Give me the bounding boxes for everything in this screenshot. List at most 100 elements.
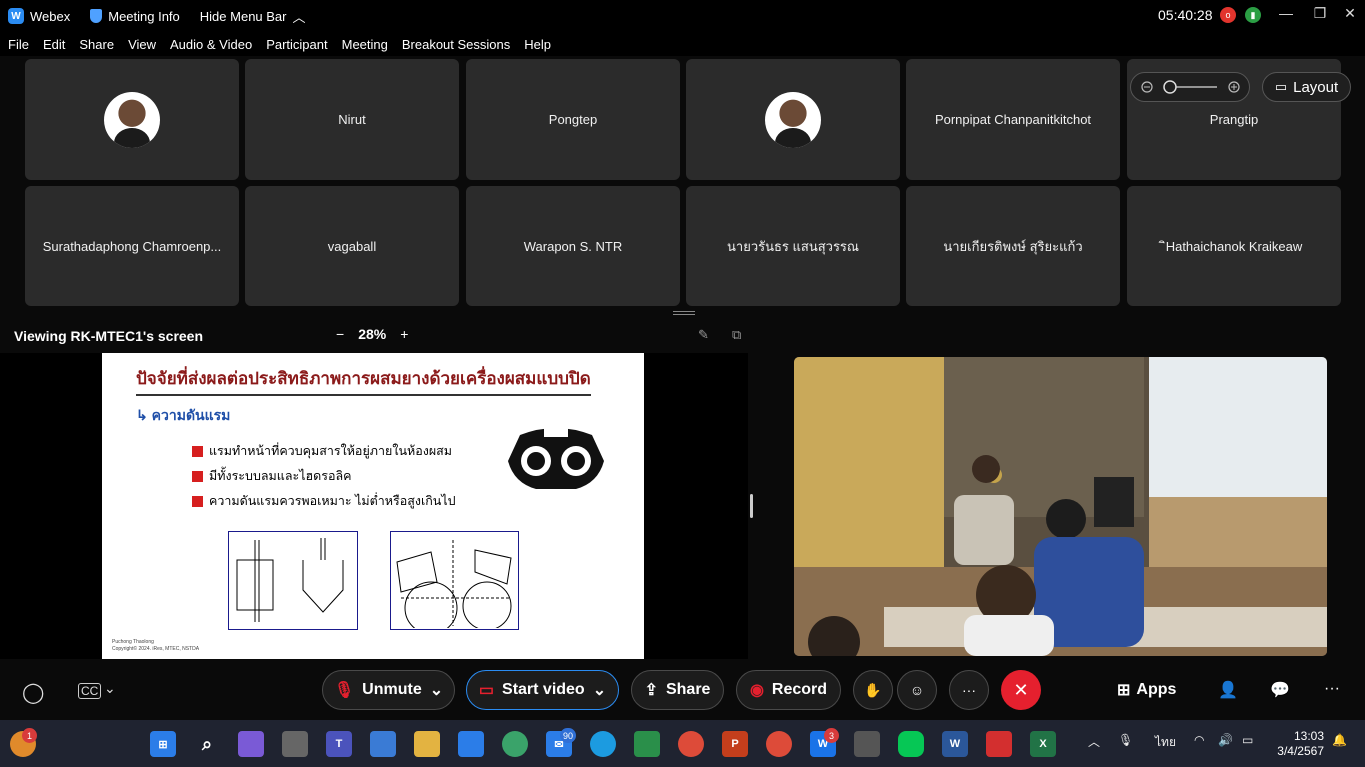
participant-tile[interactable]: ิHathaichanok Kraikeaw	[1127, 186, 1341, 306]
snipping-tool-icon[interactable]	[370, 731, 396, 757]
participant-tile[interactable]: Nirut	[245, 59, 459, 180]
calendar-icon[interactable]	[458, 731, 484, 757]
network-stats-icon[interactable]: ▮	[1245, 7, 1261, 23]
closed-captions-icon[interactable]: CC	[78, 683, 102, 699]
word-icon[interactable]: W	[942, 731, 968, 757]
participant-tile[interactable]	[25, 59, 239, 180]
layout-button[interactable]: ▭ Layout	[1262, 72, 1351, 102]
tile-zoom-slider[interactable]	[1130, 72, 1250, 102]
slide-subtitle-text: ความดันแรม	[151, 407, 231, 423]
copilot-icon[interactable]	[238, 731, 264, 757]
chat-icon[interactable]: 💬	[1270, 680, 1290, 700]
zoom-out-button[interactable]: −	[336, 326, 344, 342]
annotate-icon[interactable]: ✎	[698, 327, 709, 343]
active-speaker-video[interactable]	[794, 357, 1327, 656]
more-options-button[interactable]: ···	[949, 670, 989, 710]
participant-tile[interactable]: นายวรันธร แสนสุวรรณ	[686, 186, 900, 306]
file-explorer-icon[interactable]	[414, 731, 440, 757]
footer-author: Puchong Thaolong	[112, 639, 154, 645]
powerpoint-icon[interactable]: P	[722, 731, 748, 757]
clock-date: 3/4/2567	[1277, 744, 1324, 758]
start-video-button[interactable]: ▭ Start video ⌄	[466, 670, 619, 710]
task-view-icon[interactable]	[282, 731, 308, 757]
chevron-down-icon: ⌄	[592, 682, 607, 699]
start-icon[interactable]: ⊞	[150, 731, 176, 757]
menu-meeting[interactable]: Meeting	[342, 37, 388, 52]
apps-grid-icon: ⊞	[1117, 682, 1131, 699]
participants-icon[interactable]: 👤	[1218, 680, 1238, 700]
reactions-button[interactable]: ☺	[897, 670, 937, 710]
search-icon[interactable]: ⌕	[194, 731, 220, 757]
menu-edit[interactable]: Edit	[43, 37, 65, 52]
calculator-icon[interactable]	[854, 731, 880, 757]
volume-icon[interactable]: 🔊	[1218, 733, 1233, 747]
unmute-button[interactable]: 🎙 Unmute ⌄	[322, 670, 455, 710]
edge-icon[interactable]	[590, 731, 616, 757]
splitter-handle[interactable]	[750, 494, 753, 518]
more-panels-icon[interactable]: ···	[1324, 680, 1340, 698]
teams-icon[interactable]: T	[326, 731, 352, 757]
menu-help[interactable]: Help	[524, 37, 551, 52]
participant-name: Pongtep	[548, 112, 598, 127]
chevron-down-icon: ⌄	[429, 682, 444, 699]
participant-name: Warapon S. NTR	[523, 238, 623, 254]
participant-tile[interactable]	[686, 59, 900, 180]
mic-muted-icon: 🎙	[333, 682, 355, 699]
restore-icon[interactable]: ❐	[1310, 5, 1330, 22]
zoom-in-button[interactable]: +	[400, 326, 408, 342]
menu-share[interactable]: Share	[79, 37, 114, 52]
close-icon[interactable]: ✕	[1340, 5, 1360, 22]
mic-muted-tray-icon[interactable]: 🎙	[1118, 733, 1133, 747]
menu-file[interactable]: File	[8, 37, 29, 52]
end-meeting-button[interactable]: ✕	[1001, 670, 1041, 710]
share-button[interactable]: ⇪ Share	[631, 670, 724, 710]
tray-chevron-up-icon[interactable]: ︿	[1088, 733, 1100, 750]
apps-button[interactable]: ⊞ Apps	[1117, 680, 1176, 700]
participant-tile[interactable]: Surathadaphong Chamroenp...	[25, 186, 239, 306]
acrobat-icon[interactable]	[986, 731, 1012, 757]
meeting-info-label: Meeting Info	[108, 8, 180, 24]
close-icon: ✕	[1013, 679, 1029, 700]
language-indicator[interactable]: ไทย	[1155, 733, 1176, 752]
wifi-icon[interactable]: ◠	[1194, 733, 1204, 747]
store-icon[interactable]	[634, 731, 660, 757]
menu-audio-video[interactable]: Audio & Video	[170, 37, 252, 52]
participant-tile[interactable]: vagaball	[245, 186, 459, 306]
webex-logo-icon: W	[8, 8, 24, 24]
ram-figure-right	[390, 531, 519, 635]
participant-name: Pornpipat Chanpanitkitchot	[934, 112, 1092, 127]
share-zoom-control: − 28% +	[336, 326, 408, 342]
meeting-info-button[interactable]: Meeting Info	[90, 9, 180, 24]
raise-hand-button[interactable]: ✋	[853, 670, 893, 710]
status-ring-icon[interactable]: ◯	[22, 680, 44, 705]
recording-indicator-icon[interactable]: o	[1220, 7, 1236, 23]
battery-icon[interactable]: ▭	[1242, 733, 1253, 747]
menu-breakout-sessions[interactable]: Breakout Sessions	[402, 37, 510, 52]
participant-tile[interactable]: นายเกียรติพงษ์ สุริยะแก้ว	[906, 186, 1120, 306]
slide-bullet: แรมทำหน้าที่ควบคุมสารให้อยู่ภายในห้องผสม	[192, 441, 452, 461]
participant-tile[interactable]: Warapon S. NTR	[466, 186, 680, 306]
cc-chevron-down-icon[interactable]: ⌄	[104, 680, 116, 697]
hide-menu-label: Hide Menu Bar	[199, 8, 287, 24]
menu-participant[interactable]: Participant	[266, 37, 327, 52]
chrome-icon[interactable]	[678, 731, 704, 757]
resize-handle[interactable]	[673, 311, 695, 315]
maps-icon[interactable]	[502, 731, 528, 757]
menu-view[interactable]: View	[128, 37, 156, 52]
record-button[interactable]: ◉ Record	[736, 670, 841, 710]
participant-name: นายเกียรติพงษ์ สุริยะแก้ว	[943, 238, 1083, 254]
notification-bell-icon[interactable]: 🔔	[1332, 733, 1347, 747]
system-clock[interactable]: 13:03 3/4/2567	[1274, 729, 1324, 759]
hide-menu-bar-button[interactable]: Hide Menu Bar ︿	[200, 7, 306, 26]
mixer-rotor-diagram	[508, 427, 604, 489]
participant-tile[interactable]: Pornpipat Chanpanitkitchot	[906, 59, 1120, 180]
chrome-profile-icon[interactable]	[766, 731, 792, 757]
footer-copyright: Copyright© 2024. iRes, MTEC, NSTDA	[112, 646, 200, 652]
hand-icon: ✋	[864, 681, 882, 698]
avatar	[104, 91, 160, 148]
minimize-icon[interactable]: —	[1276, 5, 1296, 21]
participant-tile[interactable]: Pongtep	[466, 59, 680, 180]
pop-out-icon[interactable]: ⧉	[732, 327, 741, 343]
excel-icon[interactable]: X	[1030, 731, 1056, 757]
line-icon[interactable]	[898, 731, 924, 757]
